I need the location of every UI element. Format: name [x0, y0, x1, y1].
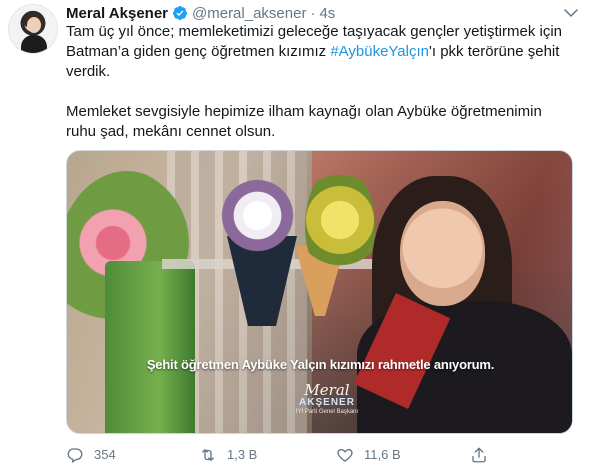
share-button[interactable]	[470, 446, 498, 464]
retweet-button[interactable]: 1,3 B	[199, 446, 257, 464]
tweet-actions: 354 1,3 B 11,6 B	[66, 446, 576, 466]
tweet-text: Tam üç yıl önce; memleketimizi geleceğe …	[66, 22, 566, 162]
retweet-count: 1,3 B	[227, 447, 258, 462]
image-yellow-bouquet	[305, 166, 375, 286]
image-caption: Şehit öğretmen Aybüke Yalçın kızımızı ra…	[146, 357, 495, 372]
author-handle[interactable]: @meral_aksener	[192, 5, 306, 22]
tweet-paragraph-2: Memleket sevgisiyle hepimize ilham kayna…	[66, 103, 542, 140]
like-count: 11,6 B	[364, 447, 401, 462]
separator-dot: ·	[310, 4, 316, 22]
verified-badge-icon	[172, 6, 187, 20]
image-green-wrap	[105, 261, 195, 433]
signature-script: Meral	[304, 381, 350, 399]
reply-count: 354	[94, 447, 116, 462]
share-icon	[472, 447, 486, 463]
tweet-header: Meral Akşener @meral_aksener · 4s	[66, 3, 335, 23]
image-person-face	[400, 201, 485, 306]
avatar-face	[27, 17, 41, 33]
image-signature: Meral AKŞENER İYİ Parti Genel Başkanı	[282, 381, 372, 415]
signature-subtitle: İYİ Parti Genel Başkanı	[295, 409, 359, 415]
tweet-paragraph-1: Tam üç yıl önce; memleketimizi geleceğe …	[66, 22, 566, 82]
heart-icon	[337, 448, 353, 462]
tweet-time[interactable]: 4s	[319, 5, 335, 22]
avatar-body	[21, 35, 47, 53]
chevron-down-icon[interactable]	[562, 6, 580, 20]
tweet-image[interactable]: Şehit öğretmen Aybüke Yalçın kızımızı ra…	[66, 150, 573, 434]
retweet-icon	[202, 449, 214, 461]
reply-icon	[67, 448, 83, 464]
like-button[interactable]: 11,6 B	[336, 446, 401, 464]
reply-button[interactable]: 354	[66, 446, 116, 464]
image-bouquet	[217, 166, 307, 276]
hashtag-link[interactable]: #AybükeYalçın	[330, 43, 429, 60]
tweet-card[interactable]: Meral Akşener @meral_aksener · 4s Tam üç…	[0, 0, 590, 470]
author-name[interactable]: Meral Akşener	[66, 5, 168, 22]
avatar[interactable]	[8, 4, 58, 54]
